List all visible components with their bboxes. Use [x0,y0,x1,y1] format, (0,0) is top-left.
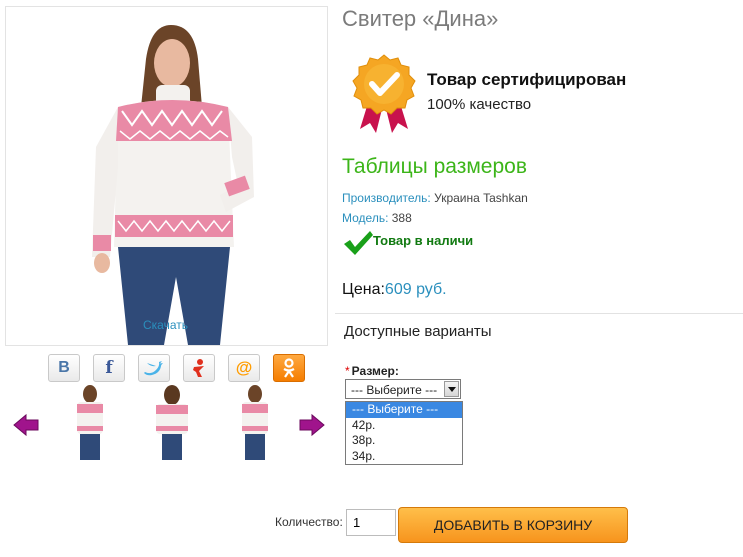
checkmark-glyph [344,231,373,255]
mailru-icon[interactable]: @ [228,354,260,382]
vk-glyph: В [58,359,70,376]
checkmark-icon [342,230,374,261]
manufacturer-row: Производитель: Украина Tashkan [342,191,528,205]
facebook-icon[interactable]: f [93,354,125,382]
certified-title: Товар сертифицирован [427,70,627,89]
twitter-icon[interactable] [138,354,170,382]
sweater-photo [92,25,254,345]
certified-badge-icon [352,53,416,142]
twitter-bird-glyph [144,361,163,376]
quantity-label: Количество: [275,515,343,529]
manufacturer-label[interactable]: Производитель: [342,191,431,205]
chevron-down-icon[interactable] [444,381,459,397]
thumbnail-3-image [242,385,268,460]
mailru-glyph: @ [235,358,253,377]
add-to-cart-button[interactable]: ДОБАВИТЬ В КОРЗИНУ [398,507,628,543]
size-option-placeholder[interactable]: --- Выберите --- [346,402,462,418]
prev-arrow-icon[interactable] [12,413,40,437]
next-arrow-glyph [299,413,325,437]
required-mark: * [345,364,350,378]
prev-arrow-glyph [13,413,39,437]
size-select-value: --- Выберите --- [351,383,438,397]
model-value: 388 [391,211,412,225]
moimir-glyph [193,359,204,377]
product-title: Свитер «Дина» [342,6,499,31]
variants-title: Доступные варианты [344,323,492,340]
thumbnail-2[interactable] [142,384,202,462]
model-row: Модель: 388 [342,211,412,225]
vk-icon[interactable]: В [48,354,80,382]
size-option-42[interactable]: 42р. [346,418,462,434]
thumbnail-3[interactable] [225,384,285,462]
size-option-38[interactable]: 38р. [346,433,462,449]
manufacturer-value: Украина Tashkan [434,191,528,205]
thumbnail-2-image [156,385,188,460]
separator [335,313,743,314]
size-label: * Размер: [345,364,399,378]
quantity-input[interactable] [346,509,396,536]
size-option-34[interactable]: 34р. [346,449,462,465]
size-select[interactable]: --- Выберите --- [345,379,461,399]
certified-badge-glyph [352,54,416,133]
size-table-link[interactable]: Таблицы размеров [342,155,527,179]
main-product-image[interactable] [5,6,328,346]
size-label-text: Размер: [351,364,399,378]
facebook-glyph: f [105,358,113,378]
chevron-down-glyph [448,387,456,392]
price-value: 609 руб. [384,281,447,298]
thumbnail-1-image [77,385,103,460]
price-label: Цена: [342,281,385,298]
price-row: Цена:609 руб. [342,281,447,299]
next-arrow-icon[interactable] [298,413,326,437]
download-link[interactable]: Скачать [5,318,326,332]
model-label: Модель: [342,211,389,225]
stock-status: Товар в наличи [373,233,474,248]
moimir-icon[interactable] [183,354,215,382]
size-dropdown-list: --- Выберите --- 42р. 38р. 34р. [345,401,463,465]
odnoklassniki-icon[interactable] [273,354,305,382]
certified-subtitle: 100% качество [427,96,532,113]
thumbnail-1[interactable] [60,384,120,462]
odnoklassniki-glyph [283,358,295,378]
